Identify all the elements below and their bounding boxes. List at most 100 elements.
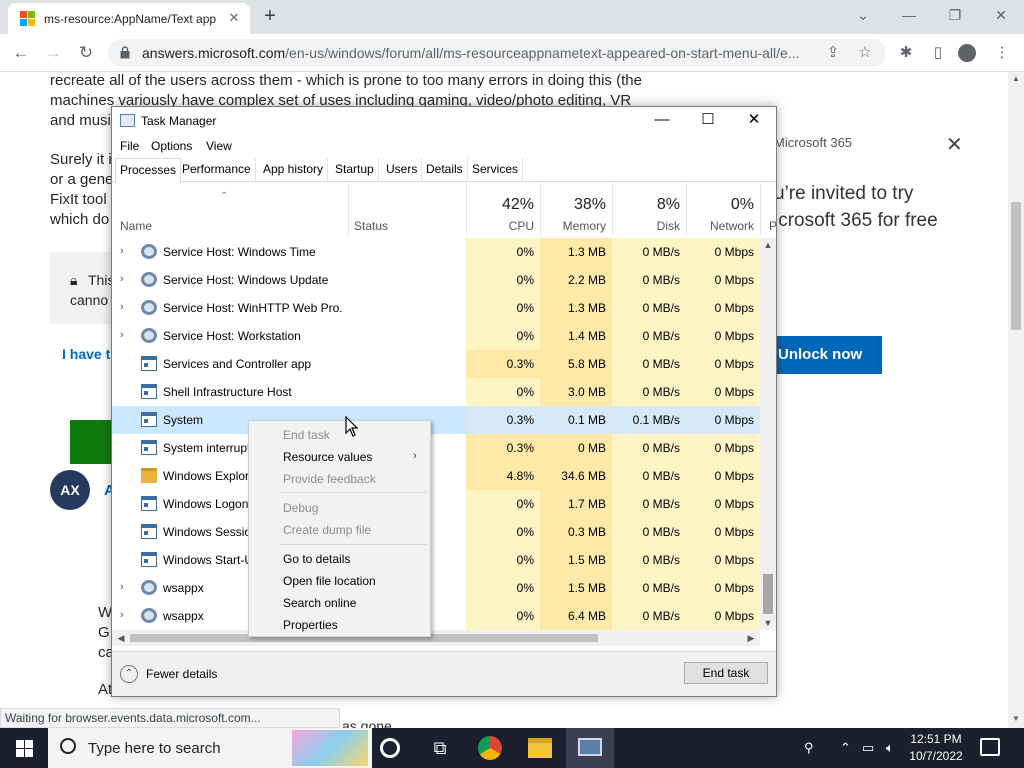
column-network[interactable]: 0% Network xyxy=(686,183,760,235)
notifications-icon[interactable] xyxy=(980,738,1000,756)
clock[interactable]: 12:51 PM 10/7/2022 xyxy=(906,731,966,765)
menu-item-properties[interactable]: Properties xyxy=(283,618,338,632)
tab-services[interactable]: Services xyxy=(468,158,524,182)
avatar[interactable]: AX xyxy=(50,470,90,510)
file-explorer-icon[interactable] xyxy=(528,738,552,758)
volume-icon[interactable]: 🔈︎ xyxy=(886,740,894,756)
maximize-icon[interactable]: ☐ xyxy=(685,107,731,135)
menu-file[interactable]: File xyxy=(120,139,139,153)
menu-item-go-to-details[interactable]: Go to details xyxy=(283,552,350,566)
share-icon[interactable]: ⇪ xyxy=(822,42,844,64)
extensions-icon[interactable]: ✱ xyxy=(895,42,917,64)
reload-icon[interactable]: ↻ xyxy=(73,40,99,66)
windows-start-icon[interactable] xyxy=(0,728,48,768)
promo-close-icon[interactable]: ✕ xyxy=(946,132,963,157)
tab-app-history[interactable]: App history xyxy=(259,158,329,182)
chrome-icon[interactable] xyxy=(478,736,502,760)
scroll-up-icon[interactable]: ▲ xyxy=(1008,72,1024,86)
network-icon[interactable]: ▭ xyxy=(862,740,874,756)
scroll-left-icon[interactable]: ◀ xyxy=(114,630,128,646)
back-icon[interactable]: ← xyxy=(8,40,34,66)
table-row[interactable]: Shell Infrastructure Host 0% 3.0 MB 0 MB/s 0… xyxy=(112,378,760,406)
scroll-up-icon[interactable]: ▲ xyxy=(760,238,776,252)
menu-item-resource-values[interactable]: Resource values xyxy=(283,450,372,464)
table-row[interactable]: Windows Explor 4.8% 34.6 MB 0 MB/s 0 Mbps xyxy=(112,462,760,490)
column-power[interactable]: P xyxy=(760,183,776,235)
table-row[interactable]: System interrupt 0.3% 0 MB 0 MB/s 0 Mbps xyxy=(112,434,760,462)
column-memory[interactable]: 38% Memory xyxy=(540,183,612,235)
column-disk[interactable]: 8% Disk xyxy=(612,183,686,235)
new-tab-button[interactable]: + xyxy=(259,6,281,28)
scroll-right-icon[interactable]: ▶ xyxy=(744,630,758,646)
forward-icon[interactable]: → xyxy=(40,40,66,66)
minimize-icon[interactable]: — xyxy=(639,107,685,135)
side-panel-icon[interactable]: ▯ xyxy=(927,42,949,64)
address-bar[interactable]: answers.microsoft.com/en-us/windows/foru… xyxy=(108,39,886,67)
table-row[interactable]: › Service Host: Workstation 0% 1.4 MB 0 MB/s… xyxy=(112,322,760,350)
tab-startup[interactable]: Startup xyxy=(331,158,379,182)
list-vertical-scrollbar[interactable]: ▲ ▼ xyxy=(760,238,776,630)
browser-tab[interactable]: ms-resource:AppName/Text app ✕ xyxy=(8,3,250,34)
menu-item-open-file-location[interactable]: Open file location xyxy=(283,574,376,588)
list-horizontal-scrollbar[interactable]: ◀ ▶ xyxy=(112,630,760,646)
end-task-button[interactable]: End task xyxy=(684,662,768,684)
task-manager-window[interactable]: Task Manager — ☐ ✕ File Options View Pro… xyxy=(111,106,777,697)
restore-icon[interactable]: ❐ xyxy=(932,2,978,30)
column-name[interactable]: Name xyxy=(112,183,348,235)
chevron-up-icon[interactable]: ⌃ xyxy=(840,740,851,756)
table-row[interactable]: › wsappx 0% 1.5 MB 0 MB/s 0 Mbps xyxy=(112,574,760,602)
column-cpu[interactable]: 42% CPU xyxy=(466,183,540,235)
title-bar[interactable]: Task Manager — ☐ ✕ xyxy=(112,107,776,135)
expand-chevron-icon[interactable]: › xyxy=(120,329,124,341)
menu-dots-icon[interactable]: ⋮ xyxy=(991,42,1013,64)
table-row[interactable]: Windows Sessio 0% 0.3 MB 0 MB/s 0 Mbps xyxy=(112,518,760,546)
bookmark-star-icon[interactable]: ☆ xyxy=(854,42,876,64)
unlock-now-button[interactable]: Unlock now xyxy=(774,336,882,374)
close-window-icon[interactable]: ✕ xyxy=(978,2,1024,30)
tab-close-icon[interactable]: ✕ xyxy=(226,10,242,26)
tab-title: ms-resource:AppName/Text app xyxy=(44,12,217,26)
table-row[interactable]: › Service Host: Windows Update 0% 2.2 MB 0 M… xyxy=(112,266,760,294)
expand-chevron-icon[interactable]: › xyxy=(120,609,124,621)
table-row[interactable]: › Service Host: WinHTTP Web Pro... 0% 1.3 M… xyxy=(112,294,760,322)
scroll-down-icon[interactable]: ▼ xyxy=(760,616,776,630)
close-icon[interactable]: ✕ xyxy=(731,107,777,135)
table-row[interactable]: Services and Controller app 0.3% 5.8 MB 0 M… xyxy=(112,350,760,378)
expand-chevron-icon[interactable]: › xyxy=(120,245,124,257)
table-row[interactable]: › wsappx 0% 6.4 MB 0 MB/s 0 Mbps xyxy=(112,602,760,630)
people-icon[interactable]: ⚲ xyxy=(804,740,814,756)
scrollbar-thumb[interactable] xyxy=(1011,202,1021,330)
page-scrollbar[interactable]: ▲ ▼ xyxy=(1008,72,1024,728)
tab-details[interactable]: Details xyxy=(422,158,468,182)
tab-processes[interactable]: Processes xyxy=(115,158,182,183)
tab-users[interactable]: Users xyxy=(382,158,423,182)
menu-item-end-task[interactable]: End task xyxy=(283,428,330,442)
menu-view[interactable]: View xyxy=(206,139,232,153)
expand-chevron-icon[interactable]: › xyxy=(120,273,124,285)
i-have-same-question-link[interactable]: I have t xyxy=(62,346,110,362)
minimize-icon[interactable]: — xyxy=(886,2,932,30)
task-manager-taskbar-button[interactable] xyxy=(566,728,614,768)
expand-chevron-icon[interactable]: › xyxy=(120,581,124,593)
column-status[interactable]: Status xyxy=(348,183,466,235)
cortana-icon[interactable] xyxy=(380,738,400,758)
expand-chevron-icon[interactable]: › xyxy=(120,301,124,313)
table-row[interactable]: Windows Logon 0% 1.7 MB 0 MB/s 0 Mbps xyxy=(112,490,760,518)
menu-item-debug[interactable]: Debug xyxy=(283,501,318,515)
profile-icon[interactable] xyxy=(958,44,976,62)
menu-item-create-dump[interactable]: Create dump file xyxy=(283,523,371,537)
fewer-details-link[interactable]: Fewer details xyxy=(146,667,217,681)
table-row[interactable]: Windows Start-U 0% 1.5 MB 0 MB/s 0 Mbps xyxy=(112,546,760,574)
chevron-up-icon[interactable]: ⌃ xyxy=(120,665,138,683)
tab-performance[interactable]: Performance xyxy=(178,158,256,182)
menu-item-provide-feedback[interactable]: Provide feedback xyxy=(283,472,376,486)
menu-item-search-online[interactable]: Search online xyxy=(283,596,356,610)
table-row[interactable]: System 0.3% 0.1 MB 0.1 MB/s 0 Mbps xyxy=(112,406,760,434)
scroll-down-icon[interactable]: ▼ xyxy=(1008,712,1024,726)
taskbar-search[interactable]: Type here to search xyxy=(48,728,372,768)
tab-search-icon[interactable]: ⌄ xyxy=(840,2,886,30)
menu-options[interactable]: Options xyxy=(151,139,192,153)
task-view-icon[interactable]: ⧉ xyxy=(428,736,452,760)
scrollbar-thumb[interactable] xyxy=(763,574,773,614)
table-row[interactable]: › Service Host: Windows Time 0% 1.3 MB 0 MB/… xyxy=(112,238,760,266)
